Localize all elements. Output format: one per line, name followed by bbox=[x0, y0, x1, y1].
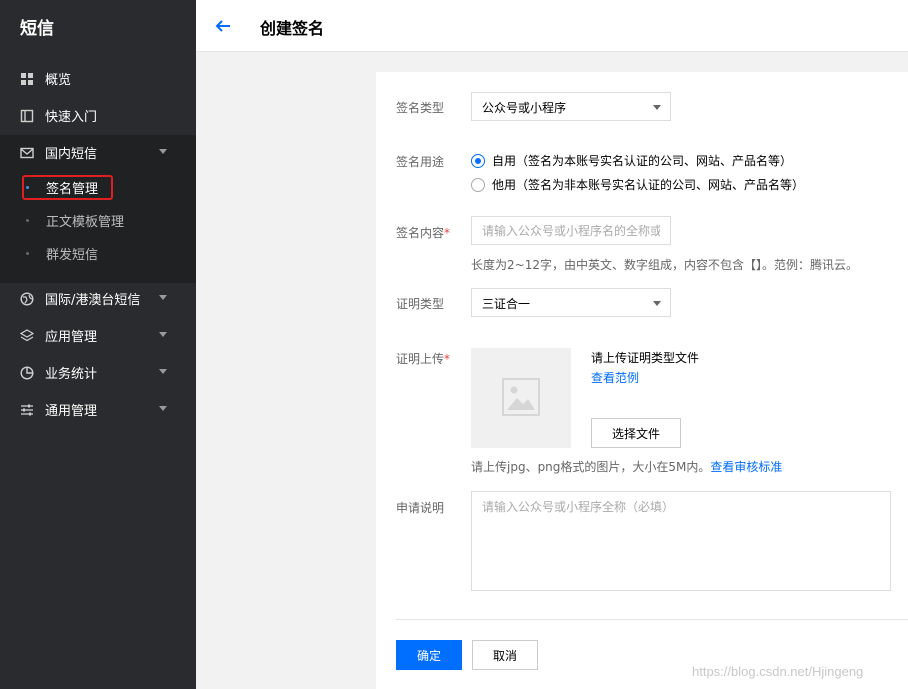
sidebar-item-label: 国际/港澳台短信 bbox=[45, 293, 141, 308]
required-mark: * bbox=[444, 226, 451, 240]
cancel-button[interactable]: 取消 bbox=[472, 640, 538, 670]
sidebar-item-label: 快速入门 bbox=[45, 110, 98, 125]
layers-icon bbox=[20, 328, 34, 343]
cert-type-value: 三证合一 bbox=[482, 297, 531, 311]
page-header: 创建签名 bbox=[196, 0, 908, 52]
chevron-down-icon bbox=[159, 369, 167, 374]
sidebar-item-domestic-sms[interactable]: 国内短信 bbox=[0, 134, 196, 171]
image-placeholder-icon bbox=[502, 378, 540, 416]
chevron-down-icon bbox=[159, 332, 167, 337]
chevron-down-icon bbox=[159, 295, 167, 300]
pie-chart-icon bbox=[20, 365, 34, 380]
cert-upload-hint: 请上传jpg、png格式的图片，大小在5M内。查看审核标准 bbox=[471, 460, 783, 474]
sidebar-subitem-label: 群发短信 bbox=[46, 248, 99, 263]
sign-type-label: 签名类型 bbox=[396, 101, 445, 115]
sign-use-option-self[interactable]: 自用（签名为本账号实名认证的公司、网站、产品名等） bbox=[471, 152, 792, 169]
sign-use-option-label: 自用（签名为本账号实名认证的公司、网站、产品名等） bbox=[492, 154, 793, 168]
sidebar-item-statistics[interactable]: 业务统计 bbox=[0, 354, 196, 391]
page-title: 创建签名 bbox=[260, 19, 325, 38]
sign-use-label: 签名用途 bbox=[396, 155, 445, 169]
apply-note-textarea[interactable] bbox=[471, 491, 891, 591]
globe-icon bbox=[20, 291, 34, 306]
sidebar-item-overview[interactable]: 概览 bbox=[0, 60, 196, 97]
radio-checked[interactable] bbox=[471, 153, 485, 168]
upload-title: 请上传证明类型文件 bbox=[591, 351, 700, 365]
review-standard-link[interactable]: 查看审核标准 bbox=[710, 460, 782, 474]
sidebar-item-label: 概览 bbox=[45, 73, 72, 88]
sidebar-subitem-label: 正文模板管理 bbox=[46, 215, 125, 230]
sidebar-subitem-template-manage[interactable]: 正文模板管理 bbox=[0, 204, 196, 237]
required-mark: * bbox=[444, 352, 451, 366]
sidebar-item-general-manage[interactable]: 通用管理 bbox=[0, 391, 196, 428]
divider bbox=[396, 619, 908, 620]
sign-content-hint: 长度为2~12字，由中英文、数字组成，内容不包含【】。范例：腾讯云。 bbox=[471, 258, 858, 272]
highlight-box bbox=[22, 175, 113, 200]
sidebar-item-label: 通用管理 bbox=[45, 404, 98, 419]
sign-type-value: 公众号或小程序 bbox=[482, 101, 567, 115]
cert-upload-label: 证明上传* bbox=[396, 352, 451, 366]
watermark: https://blog.csdn.net/Hjingeng bbox=[692, 664, 864, 679]
sidebar-subitem-bulk-sms[interactable]: 群发短信 bbox=[0, 237, 196, 270]
chevron-down-icon bbox=[159, 406, 167, 411]
mail-icon bbox=[20, 146, 34, 160]
sign-type-select[interactable]: 公众号或小程序 bbox=[471, 92, 671, 121]
sidebar-item-app-manage[interactable]: 应用管理 bbox=[0, 317, 196, 354]
back-arrow-icon[interactable] bbox=[214, 17, 232, 35]
confirm-button[interactable]: 确定 bbox=[396, 640, 462, 670]
radio-unchecked[interactable] bbox=[471, 177, 485, 192]
bullet-icon bbox=[26, 219, 29, 222]
chevron-down-icon bbox=[159, 149, 167, 154]
sidebar-item-label: 业务统计 bbox=[45, 367, 98, 382]
view-example-link[interactable]: 查看范例 bbox=[591, 369, 639, 386]
sidebar-item-international-sms[interactable]: 国际/港澳台短信 bbox=[0, 280, 196, 317]
create-sign-form: 签名类型 公众号或小程序 签名用途 自用（签名为本账号实名认证的公司、网站、产品… bbox=[376, 72, 908, 689]
grid-icon bbox=[20, 72, 34, 86]
sign-content-input[interactable] bbox=[471, 216, 671, 245]
sign-use-option-other[interactable]: 他用（签名为非本账号实名认证的公司、网站、产品名等） bbox=[471, 176, 804, 193]
sidebar-title: 短信 bbox=[20, 19, 54, 39]
caret-down-icon bbox=[653, 301, 661, 306]
apply-note-label: 申请说明 bbox=[396, 501, 445, 515]
sidebar: 短信 概览 快速入门 国内短信 签名管理 正文模板管理 群发短信 国际/港澳台短… bbox=[0, 0, 196, 689]
cert-type-select[interactable]: 三证合一 bbox=[471, 288, 671, 317]
cert-type-label: 证明类型 bbox=[396, 297, 445, 311]
sliders-icon bbox=[20, 403, 34, 417]
book-icon bbox=[20, 109, 34, 123]
sign-use-option-label: 他用（签名为非本账号实名认证的公司、网站、产品名等） bbox=[492, 178, 805, 192]
sidebar-item-quickstart[interactable]: 快速入门 bbox=[0, 97, 196, 134]
caret-down-icon bbox=[653, 105, 661, 110]
bullet-icon bbox=[26, 252, 29, 255]
sidebar-item-label: 应用管理 bbox=[45, 330, 98, 345]
sign-content-label: 签名内容* bbox=[396, 226, 451, 240]
choose-file-button[interactable]: 选择文件 bbox=[591, 418, 681, 448]
apply-note-field[interactable] bbox=[472, 492, 890, 590]
upload-preview[interactable] bbox=[471, 348, 571, 448]
sign-content-field[interactable] bbox=[472, 217, 670, 244]
sidebar-item-label: 国内短信 bbox=[45, 147, 98, 162]
